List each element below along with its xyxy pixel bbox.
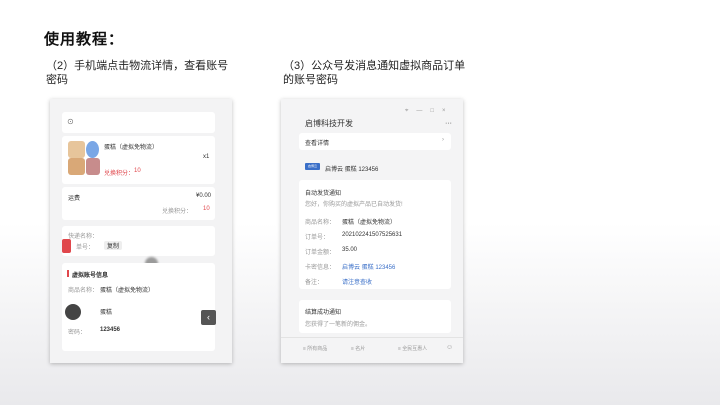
step3-caption: （3）公众号发消息通知虚拟商品订单的账号密码 xyxy=(283,60,466,86)
close-icon[interactable]: × xyxy=(442,108,454,114)
product-name: 蛋糕（虚拟免物流） xyxy=(104,145,159,151)
freight-label: 运费 xyxy=(68,196,81,202)
view-detail-link[interactable]: 查看详情 › xyxy=(299,133,451,150)
menu-item-all-goods[interactable]: ≡ 所有商品 xyxy=(303,345,327,352)
bottom-menu: ≡ 所有商品 ≡ 名片 ≡ 全民互惠人 ☺ xyxy=(281,337,463,358)
product-card[interactable]: 蛋糕（虚拟免物流） x1 兑换积分： 10 xyxy=(62,136,215,184)
view-detail-label: 查看详情 xyxy=(305,141,330,147)
notice-title: 自动发货通知 xyxy=(305,191,342,197)
minimize-icon[interactable]: — xyxy=(416,108,430,114)
red-tab xyxy=(62,239,71,253)
settle-card[interactable]: 结算成功通知 您获得了一笔新的佣金。 xyxy=(299,300,451,333)
window-controls[interactable]: ⌖—□× xyxy=(405,108,454,115)
page-title: 使用教程： xyxy=(44,31,125,48)
menu-item-card[interactable]: ≡ 名片 xyxy=(351,345,365,352)
notice-card[interactable]: 自动发货通知 您好，你购买的虚拟产品已自动发货! 商品名称： 蛋糕（虚拟免物流）… xyxy=(299,180,451,289)
row-value: 35.00 xyxy=(342,247,358,253)
goods-name-label: 商品名称： xyxy=(68,288,99,294)
virtual-title: 虚拟账号信息 xyxy=(72,273,109,279)
express-card: 快递名称： 单号： 复制 xyxy=(62,226,215,256)
step2-caption: （2）手机端点击物流详情，查看账号密码 xyxy=(46,60,229,86)
account-value: 蛋糕 xyxy=(100,310,113,316)
tracking-label: 单号： xyxy=(76,245,95,251)
product-thumb xyxy=(68,141,85,158)
menu-item-referrer[interactable]: ≡ 全民互惠人 xyxy=(398,345,427,352)
settle-subtitle: 您获得了一笔新的佣金。 xyxy=(305,322,372,328)
phone-screenshot: ⊙ 蛋糕（虚拟免物流） x1 兑换积分： 10 运费 ¥0.00 兑换积分： 1… xyxy=(50,99,232,363)
row-label: 商品名称： xyxy=(305,220,336,226)
row-value: 2021022415075256​31 xyxy=(342,232,403,238)
more-icon[interactable]: ··· xyxy=(445,120,452,127)
freight-value: ¥0.00 xyxy=(196,193,212,199)
address-bar[interactable]: ⊙ xyxy=(62,112,215,133)
copy-button[interactable]: 复制 xyxy=(104,241,123,250)
brand-message: 启博云 蛋糕 123456 xyxy=(325,167,379,173)
product-qty: x1 xyxy=(203,154,210,160)
back-arrow-icon[interactable]: ‹ xyxy=(201,310,216,325)
location-icon: ⊙ xyxy=(67,117,74,126)
password-label: 密码： xyxy=(68,330,87,336)
settle-title: 结算成功通知 xyxy=(305,310,342,316)
product-thumb-2 xyxy=(86,141,99,158)
fee-card: 运费 ¥0.00 兑换积分： 10 xyxy=(62,187,215,220)
account-title: 启博科技开发 xyxy=(305,119,353,128)
row-value: 请注意查收 xyxy=(342,280,373,286)
product-points-label: 兑换积分： xyxy=(104,171,135,177)
notice-subtitle: 您好，你购买的虚拟产品已自动发货! xyxy=(305,202,403,208)
product-thumb-4 xyxy=(86,158,100,175)
row-label: 订单号： xyxy=(305,235,330,241)
smiley-icon[interactable]: ☺ xyxy=(446,344,453,351)
wechat-screenshot: ⌖—□× 启博科技开发 ··· 查看详情 › 启博云 启博云 蛋糕 123456… xyxy=(281,99,463,363)
maximize-icon[interactable]: □ xyxy=(430,108,442,114)
chevron-right-icon: › xyxy=(442,137,444,143)
points2-label: 兑换积分： xyxy=(162,209,193,215)
password-value: 123456 xyxy=(100,327,121,333)
virtual-account-card: 虚拟账号信息 商品名称： 蛋糕（虚拟免物流） 蛋糕 密码： 123456 xyxy=(62,263,215,351)
pin-icon[interactable]: ⌖ xyxy=(405,108,416,114)
row-value: 启博云 蛋糕 123456 xyxy=(342,265,396,271)
goods-name-value: 蛋糕（虚拟免物流） xyxy=(100,288,155,294)
product-thumb-3 xyxy=(68,158,85,175)
points2-value: 10 xyxy=(203,206,210,212)
account-avatar xyxy=(65,304,81,320)
row-label: 备注： xyxy=(305,280,324,286)
row-label: 卡密信息： xyxy=(305,265,336,271)
express-name-label: 快递名称： xyxy=(68,234,99,240)
row-label: 订单金额： xyxy=(305,250,336,256)
row-value: 蛋糕（虚拟免物流） xyxy=(342,220,397,226)
product-points-value: 10 xyxy=(134,168,141,174)
brand-tag: 启博云 xyxy=(305,163,320,170)
section-marker xyxy=(67,270,69,277)
